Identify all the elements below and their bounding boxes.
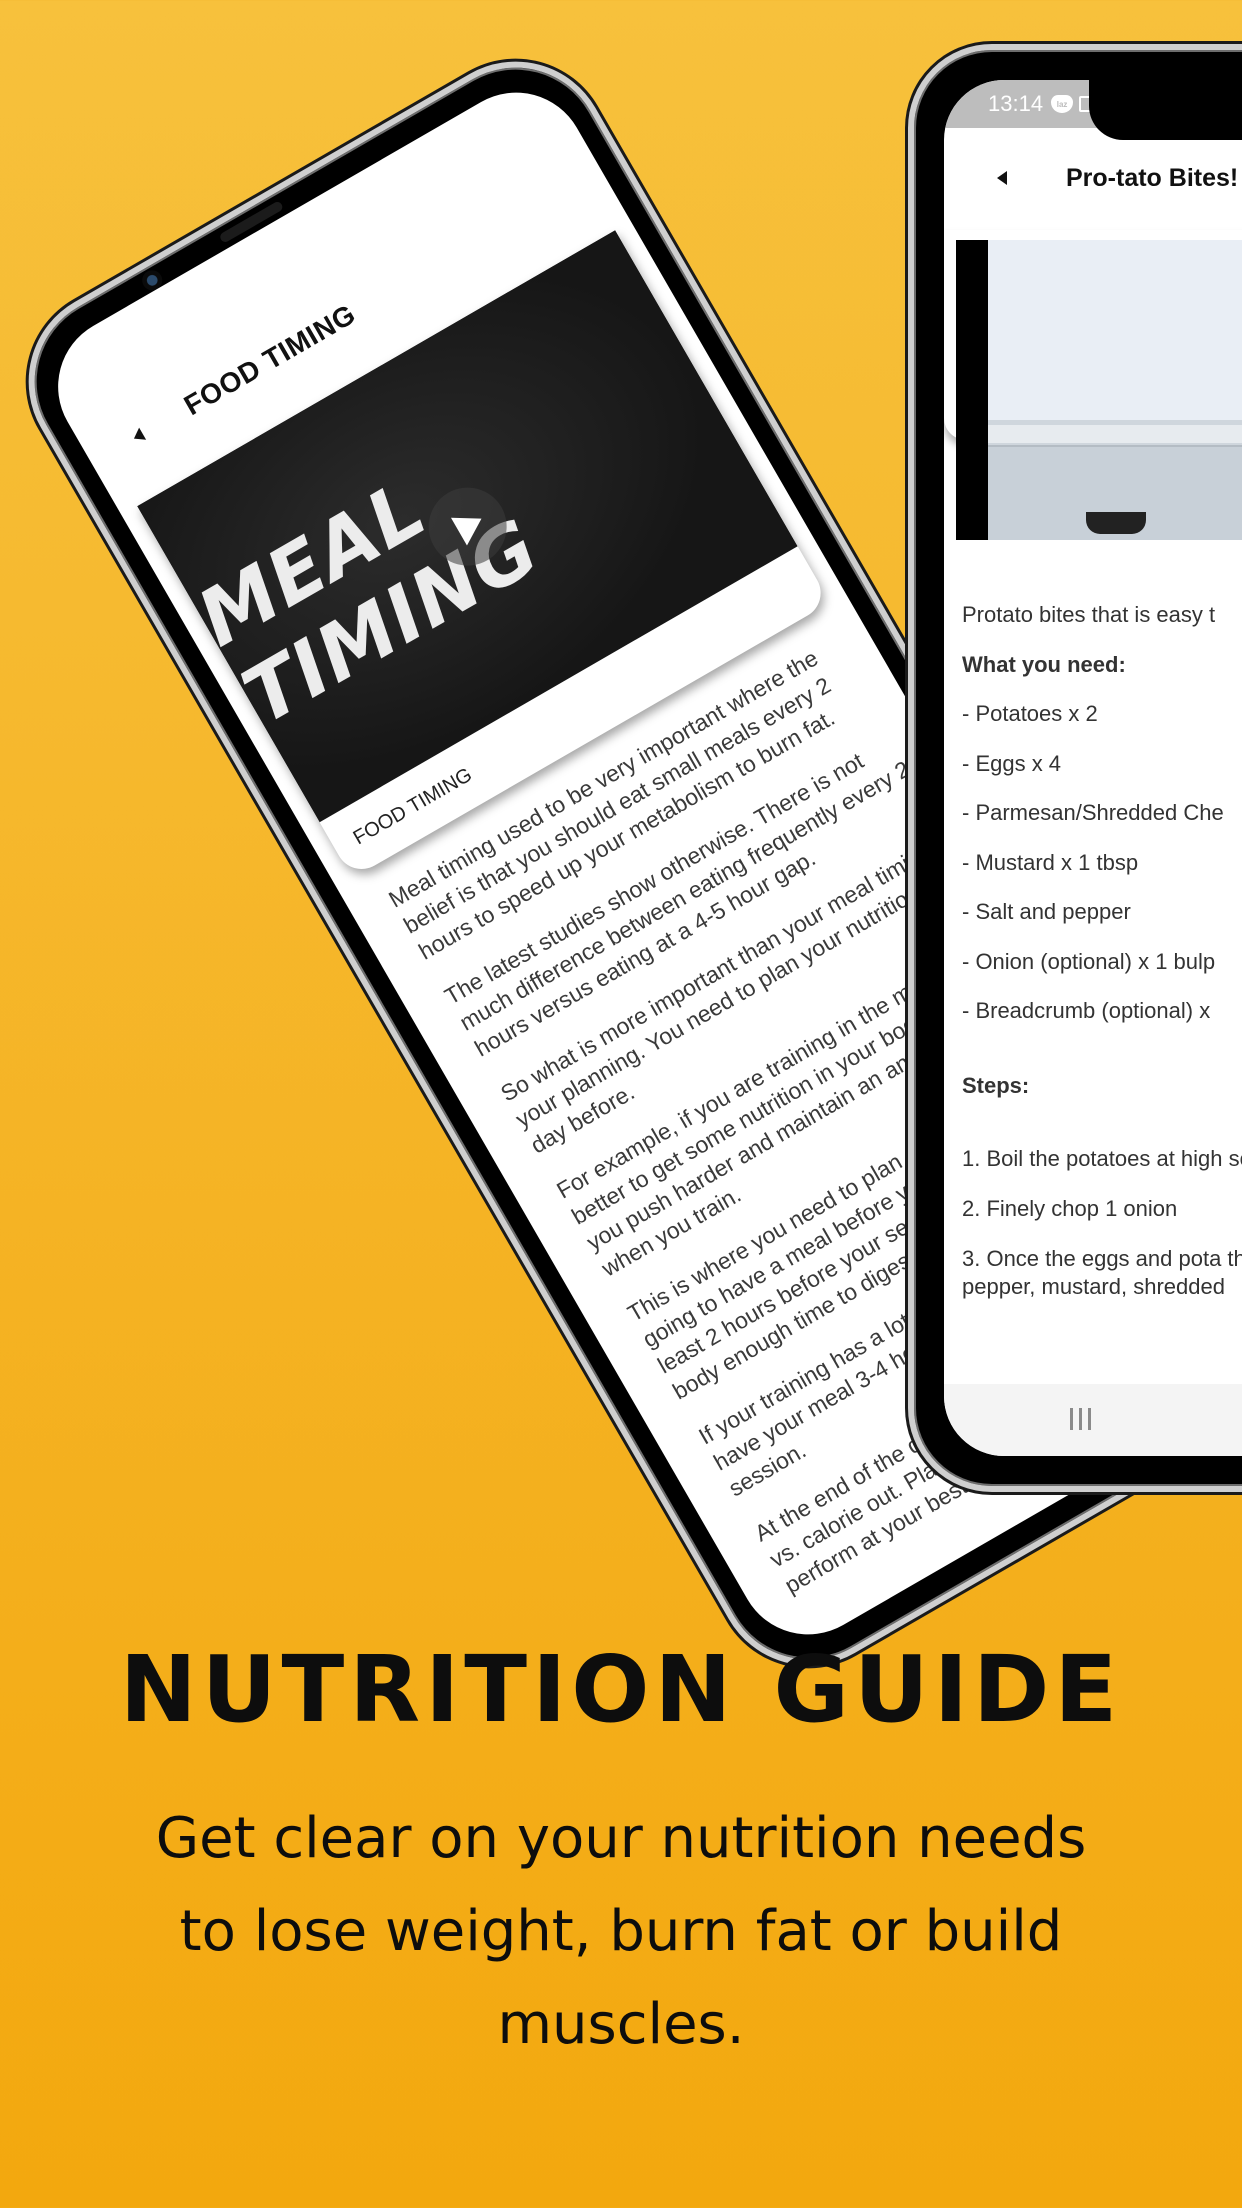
steps-heading: Steps: [962,1072,1030,1098]
recipe-body: Protato bites that is easy t What you ne… [962,600,1242,1323]
recents-bar [1088,1408,1091,1430]
page-title: Pro-tato Bites! [1066,163,1239,192]
play-icon [450,504,490,546]
ingredient-item: - Mustard x 1 tbsp [962,849,1139,875]
ingredient-item: - Breadcrumb (optional) x [962,998,1211,1023]
recents-bar [1079,1408,1082,1430]
ingredient-item: - Parmesan/Shredded Che [962,800,1224,825]
recent-apps-button[interactable] [1070,1408,1091,1430]
recipe-screen: 13:14 laz Pro-tato Bites! Pro-tato Bites… [944,80,1242,1456]
ingredient-item: - Eggs x 4 [962,750,1062,776]
app-bar: Pro-tato Bites! [944,128,1242,228]
back-arrow-icon [997,171,1007,185]
marketing-copy: NUTRITION GUIDE Get clear on your nutrit… [0,1630,1242,2071]
step-item: 3. Once the eggs and pota the egg shells… [962,1246,1242,1299]
step-item: 2. Finely chop 1 onion [962,1196,1178,1221]
recipe-intro: Protato bites that is easy t [962,602,1216,627]
marketing-subtext: Get clear on your nutrition needs to los… [155,1806,1087,2057]
step-item: 1. Boil the potatoes at high soften) and… [962,1146,1242,1171]
frying-pan [1086,512,1146,534]
lazada-notification-icon: laz [1051,95,1074,113]
back-button[interactable] [111,409,166,464]
status-time: 13:14 [988,91,1044,116]
back-arrow-icon [130,427,147,445]
marketing-headline: NUTRITION GUIDE [119,1636,1123,1743]
kitchen-counter [988,425,1242,443]
back-button[interactable] [982,158,1022,198]
ingredients-heading: What you need: [962,651,1126,677]
ingredient-item: - Onion (optional) x 1 bulp [962,948,1216,974]
recents-bar [1070,1408,1073,1430]
system-navigation-bar [944,1384,1242,1456]
recipe-video-thumbnail[interactable] [956,240,1242,540]
ingredient-item: - Salt and pepper [962,899,1131,924]
ingredient-item: - Potatoes x 2 [962,701,1098,726]
right-phone-mockup: 13:14 laz Pro-tato Bites! Pro-tato Bites… [908,44,1242,1492]
